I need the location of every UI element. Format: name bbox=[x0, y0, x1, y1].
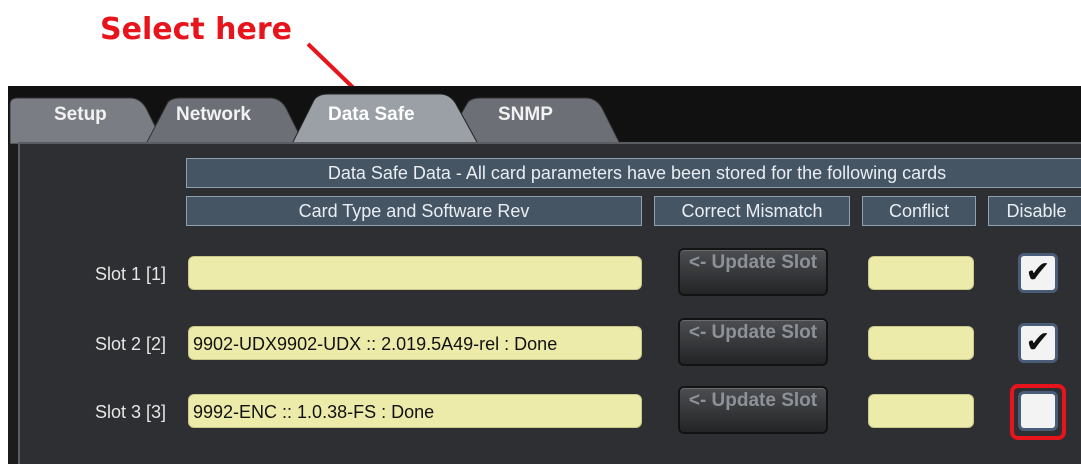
panel-banner: Data Safe Data - All card parameters hav… bbox=[186, 158, 1081, 188]
col-correct-mismatch: Correct Mismatch bbox=[654, 196, 850, 226]
tab-snmp[interactable]: SNMP bbox=[498, 104, 553, 126]
slot-3-card-field[interactable]: 9992-ENC :: 1.0.38-FS : Done bbox=[188, 394, 642, 428]
slot-1-disable-checkbox[interactable]: ✔ bbox=[1018, 253, 1058, 293]
annotation-highlight-box bbox=[1010, 384, 1066, 440]
slot-3-update-button[interactable]: <- Update Slot bbox=[678, 386, 828, 434]
slot-2-label: Slot 2 [2] bbox=[94, 334, 166, 354]
slot-1-label: Slot 1 [1] bbox=[94, 264, 166, 284]
slot-2-update-button[interactable]: <- Update Slot bbox=[678, 318, 828, 366]
slot-1-conflict-field bbox=[868, 256, 974, 290]
slot-3-label: Slot 3 [3] bbox=[94, 402, 166, 422]
col-disable: Disable bbox=[988, 196, 1081, 226]
slot-2-disable-checkbox[interactable]: ✔ bbox=[1018, 323, 1058, 363]
slot-2-conflict-field bbox=[868, 326, 974, 360]
tab-data-safe[interactable]: Data Safe bbox=[328, 104, 415, 126]
slot-3-conflict-field bbox=[868, 394, 974, 428]
tab-network[interactable]: Network bbox=[176, 104, 251, 126]
slot-2-card-field[interactable]: 9902-UDX9902-UDX :: 2.019.5A49-rel : Don… bbox=[188, 326, 642, 360]
app-window: Setup Network Data Safe SNMP Data Safe D… bbox=[8, 86, 1081, 464]
data-safe-panel: Data Safe Data - All card parameters hav… bbox=[18, 142, 1081, 464]
col-conflict: Conflict bbox=[862, 196, 976, 226]
col-card-type: Card Type and Software Rev bbox=[186, 196, 642, 226]
annotation-select-here: Select here bbox=[100, 12, 292, 47]
slot-1-card-field[interactable] bbox=[188, 256, 642, 290]
tab-setup[interactable]: Setup bbox=[54, 104, 107, 126]
slot-1-update-button[interactable]: <- Update Slot bbox=[678, 248, 828, 296]
tab-bar: Setup Network Data Safe SNMP bbox=[8, 86, 1081, 144]
